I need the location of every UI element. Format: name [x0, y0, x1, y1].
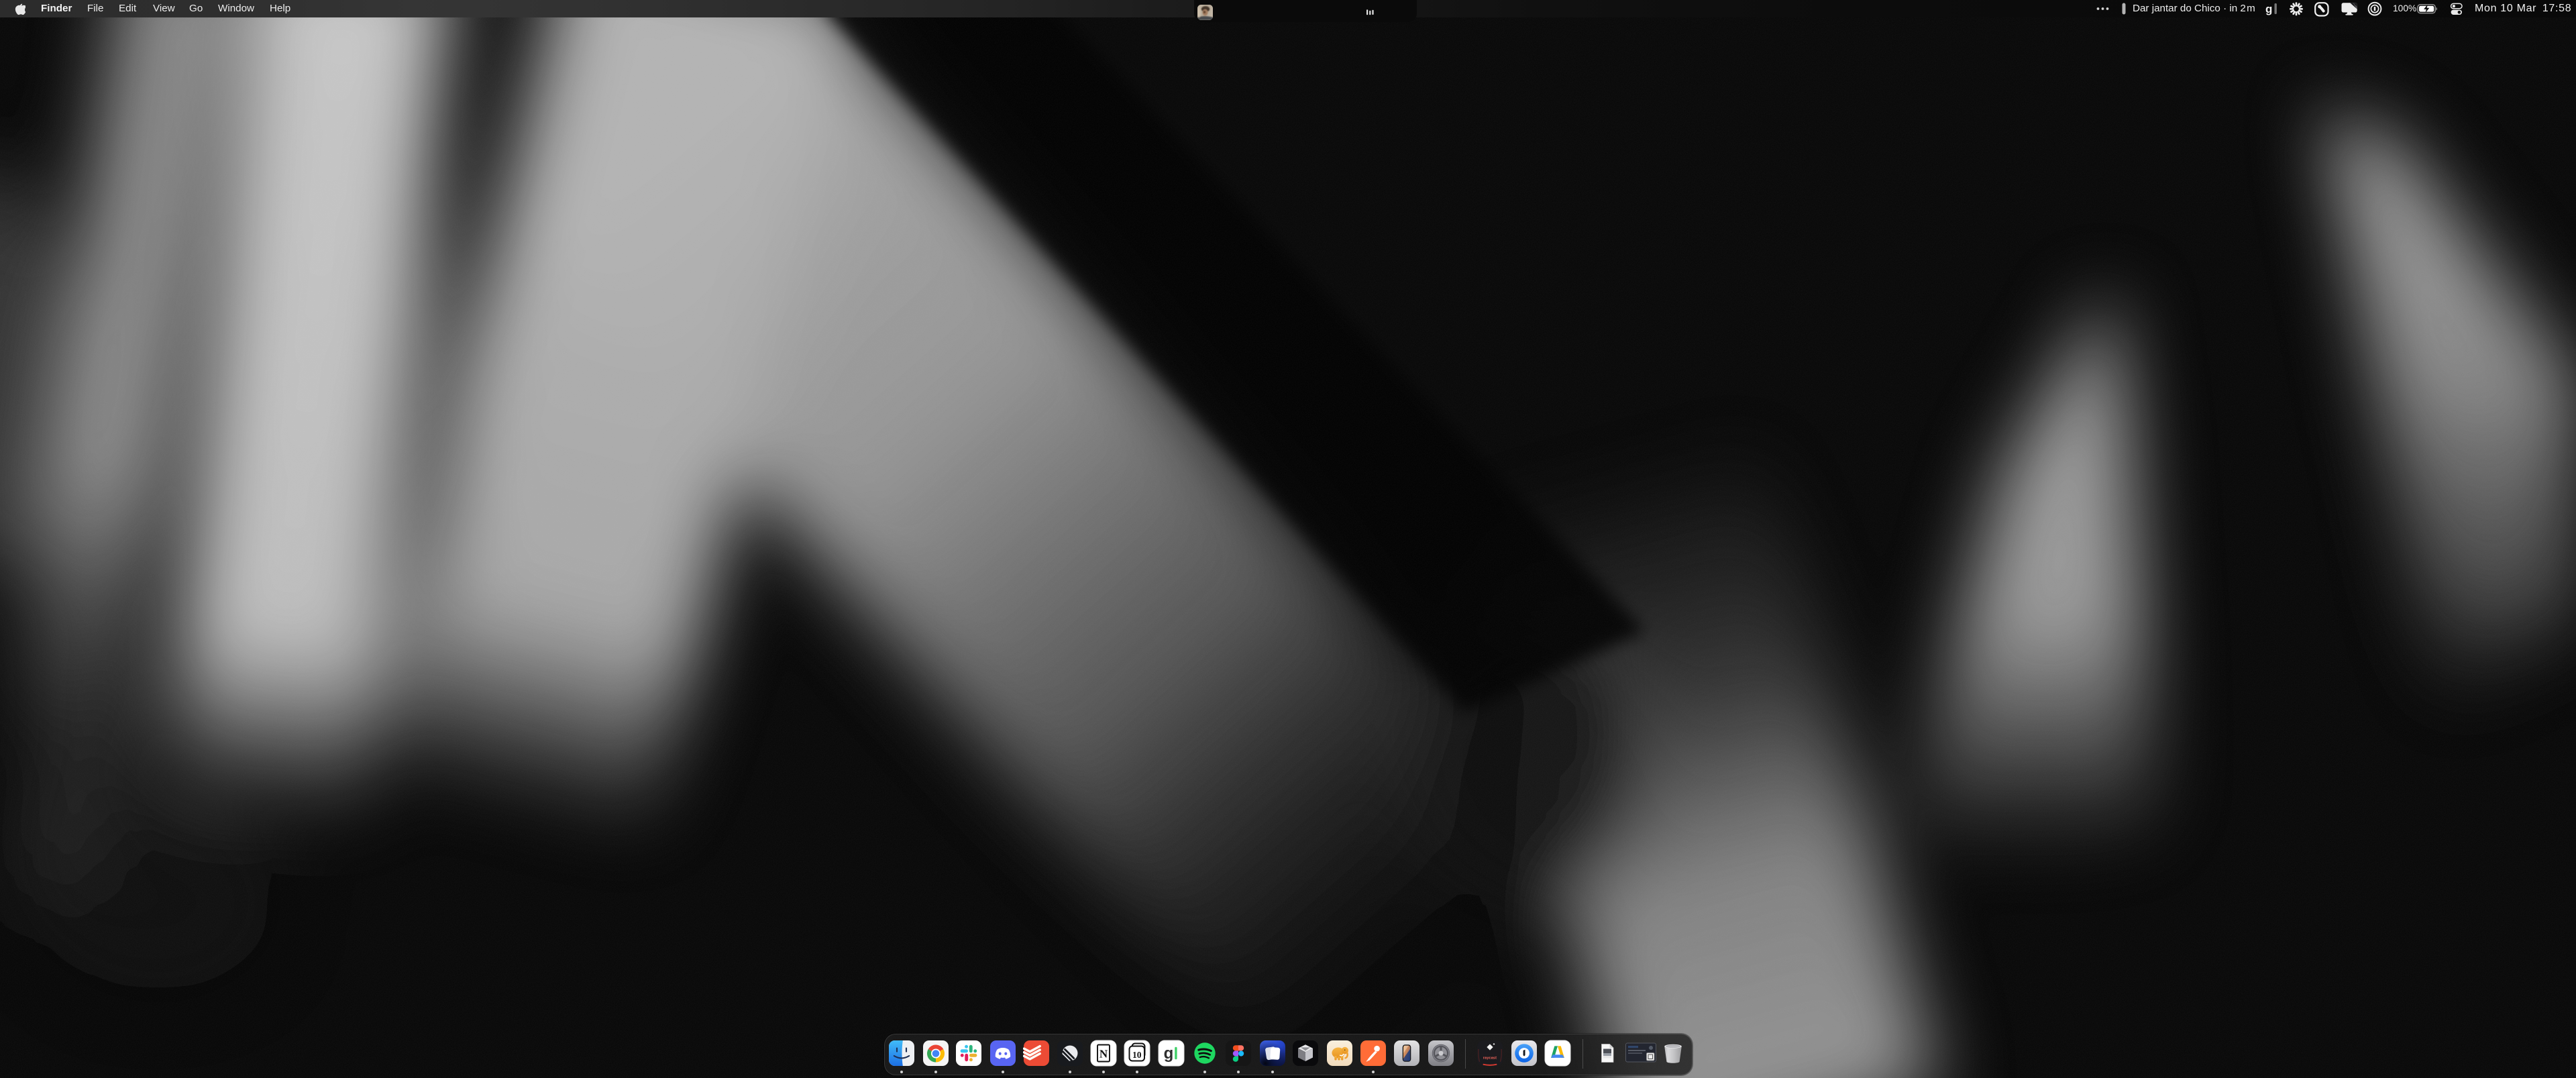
svg-text:N: N [1099, 1048, 1108, 1061]
svg-text:g: g [2265, 3, 2272, 15]
svg-text:10: 10 [1132, 1050, 1142, 1060]
svg-text:g: g [1164, 1044, 1174, 1063]
svg-text:raycast: raycast [1483, 1056, 1497, 1060]
